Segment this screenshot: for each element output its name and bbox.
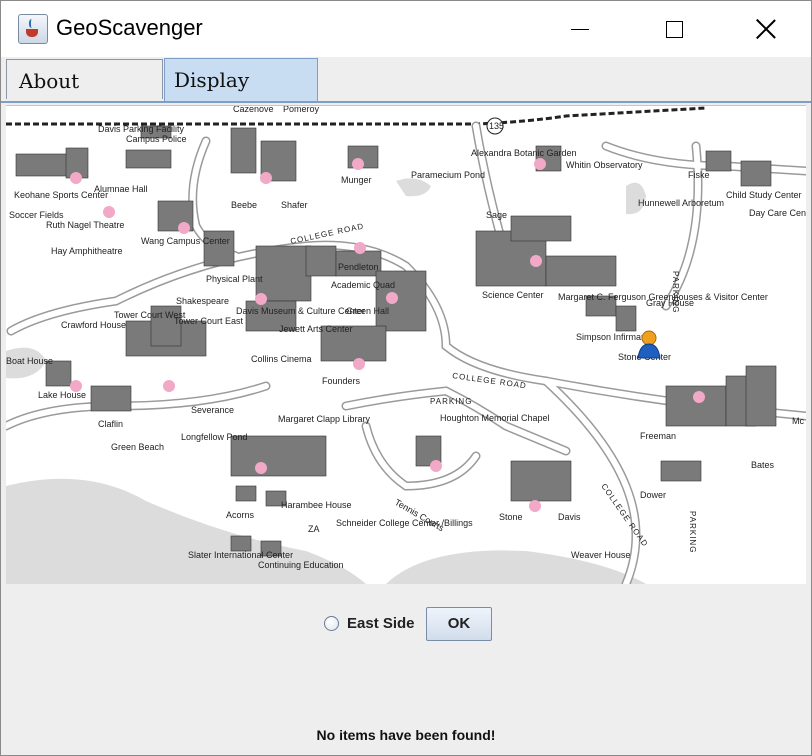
title-bar[interactable]: GeoScavenger — [1, 1, 811, 57]
label-simpson: Simpson Infirmary — [576, 332, 649, 342]
label-hunnewell: Hunnewell Arboretum — [638, 198, 724, 208]
app-window: GeoScavenger About Display 135 Davis Par… — [0, 0, 812, 756]
label-clapp: Margaret Clapp Library — [278, 414, 371, 424]
pink-dot-icon — [255, 462, 267, 474]
label-weaver: Weaver House — [571, 550, 630, 560]
maximize-icon — [665, 20, 683, 38]
label-lake-house: Lake House — [38, 390, 86, 400]
pink-dot-icon — [163, 380, 175, 392]
pink-dot-icon — [354, 242, 366, 254]
label-jewett: Jewett Arts Center — [279, 324, 353, 334]
maximize-button[interactable] — [628, 1, 720, 57]
pink-dot-icon — [178, 222, 190, 234]
campus-map[interactable]: 135 Davis Parking Facility Campus Police… — [6, 105, 806, 584]
label-shakespeare: Shakespeare — [176, 296, 229, 306]
minimize-icon — [571, 28, 589, 30]
status-message: No items have been found! — [316, 727, 496, 743]
minimize-button[interactable] — [534, 1, 626, 57]
label-beebe: Beebe — [231, 200, 257, 210]
label-severance: Severance — [191, 405, 234, 415]
label-alexandra: Alexandra Botanic Garden — [471, 148, 577, 158]
pink-dot-icon — [529, 500, 541, 512]
pink-dot-icon — [353, 358, 365, 370]
label-crawford: Crawford House — [61, 320, 126, 330]
label-parking-east: PARKING — [671, 271, 680, 313]
label-cazenove: Cazenove — [233, 106, 274, 114]
label-munger: Munger — [341, 175, 372, 185]
label-continuing: Continuing Education — [258, 560, 344, 570]
pink-dot-icon — [352, 158, 364, 170]
java-cup-icon[interactable] — [18, 14, 48, 44]
pink-dot-icon — [693, 391, 705, 403]
label-shafer: Shafer — [281, 200, 308, 210]
label-pendleton: Pendleton — [338, 262, 379, 272]
pink-dot-icon — [260, 172, 272, 184]
label-claflin: Claflin — [98, 419, 123, 429]
label-campus-police: Campus Police — [126, 134, 187, 144]
label-green-beach: Green Beach — [111, 442, 164, 452]
label-child-study: Child Study Center — [726, 190, 802, 200]
pink-dot-icon — [103, 206, 115, 218]
label-tennis: Tennis Courts — [393, 497, 446, 533]
label-academic-quad: Academic Quad — [331, 280, 395, 290]
label-dower: Dower — [640, 490, 666, 500]
tab-display[interactable]: Display — [164, 58, 318, 102]
label-parking-dower: PARKING — [688, 511, 697, 553]
label-whitin: Whitin Observatory — [566, 160, 643, 170]
label-science-center: Science Center — [482, 290, 544, 300]
label-founders: Founders — [322, 376, 361, 386]
east-side-label[interactable]: East Side — [347, 615, 415, 632]
tab-strip: About Display — [1, 57, 811, 103]
pink-dot-icon — [530, 255, 542, 267]
pink-dot-icon — [534, 158, 546, 170]
tab-about[interactable]: About — [6, 59, 163, 99]
label-za: ZA — [308, 524, 320, 534]
close-icon — [755, 18, 777, 40]
label-slater: Slater International Center — [188, 550, 293, 560]
label-bates: Bates — [751, 460, 775, 470]
campus-map-drawing: 135 Davis Parking Facility Campus Police… — [6, 106, 806, 584]
label-hay: Hay Amphitheatre — [51, 246, 123, 256]
label-davis-museum: Davis Museum & Culture Center — [236, 306, 365, 316]
label-pomeroy: Pomeroy — [283, 106, 320, 114]
label-stone: Stone — [499, 512, 523, 522]
label-soccer: Soccer Fields — [9, 210, 64, 220]
label-fiske: Fiske — [688, 170, 710, 180]
railroad — [6, 106, 707, 126]
pink-dot-icon — [386, 292, 398, 304]
label-freeman: Freeman — [640, 431, 676, 441]
tab-divider — [1, 101, 811, 103]
label-wang: Wang Campus Center — [141, 236, 230, 246]
label-houghton: Houghton Memorial Chapel — [440, 413, 550, 423]
label-harambee: Harambee House — [281, 500, 352, 510]
control-bar: East Side OK — [1, 597, 811, 647]
label-ruth-nagel: Ruth Nagel Theatre — [46, 220, 124, 230]
label-day-care: Day Care Center — [749, 208, 806, 218]
paramecium-pond — [396, 178, 431, 197]
label-sage: Sage — [486, 210, 507, 220]
label-mc: Mc — [792, 416, 804, 426]
label-acorns: Acorns — [226, 510, 255, 520]
east-side-radio[interactable] — [324, 616, 339, 631]
label-parking-chapel: PARKING — [430, 397, 472, 406]
label-gray-house: Gray House — [646, 298, 694, 308]
window-title: GeoScavenger — [56, 15, 203, 40]
label-schneider: Schneider College Center /Billings — [336, 518, 473, 528]
close-button[interactable] — [720, 1, 811, 57]
label-alumnae: Alumnae Hall — [94, 184, 148, 194]
label-davis: Davis — [558, 512, 581, 522]
ok-button[interactable]: OK — [426, 607, 492, 641]
label-paramecium: Paramecium Pond — [411, 170, 485, 180]
pink-dot-icon — [70, 172, 82, 184]
label-collins: Collins Cinema — [251, 354, 312, 364]
pink-dot-icon — [70, 380, 82, 392]
route-number: 135 — [489, 121, 504, 131]
label-longfellow: Longfellow Pond — [181, 432, 248, 442]
pink-dot-icon — [430, 460, 442, 472]
label-physical-plant: Physical Plant — [206, 274, 263, 284]
label-boat-house: Boat House — [6, 356, 53, 366]
label-davis-parking: Davis Parking Facility — [98, 124, 185, 134]
pink-dot-icon — [255, 293, 267, 305]
label-tower-east: Tower Court East — [174, 316, 244, 326]
